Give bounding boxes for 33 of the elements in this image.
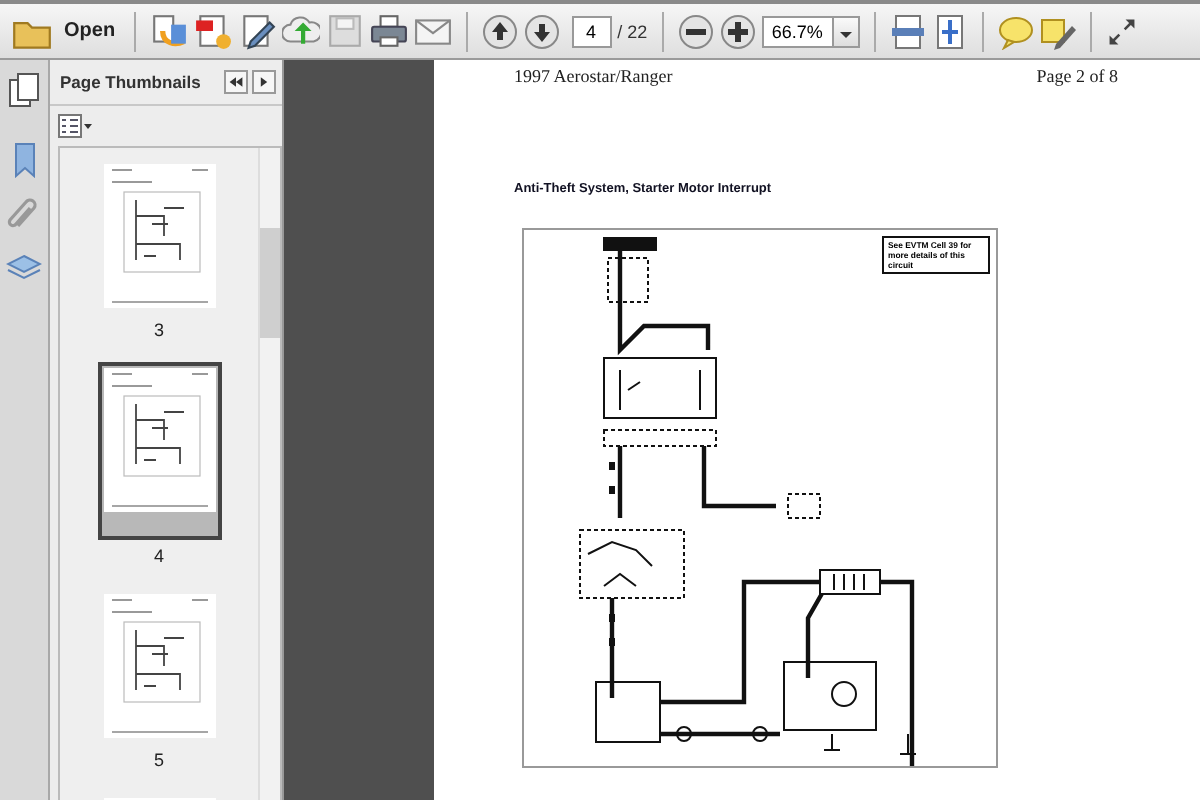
paperclip-icon[interactable] <box>6 196 42 232</box>
page-thumbnail[interactable] <box>97 362 221 540</box>
comment-icon[interactable] <box>997 13 1034 49</box>
page-number-field[interactable]: 4 <box>571 15 612 47</box>
page-count: / 22 <box>617 21 648 41</box>
zoom-field[interactable]: 66.7% <box>761 15 832 47</box>
page-label: 4 <box>153 546 164 566</box>
fit-width-icon[interactable] <box>931 13 968 49</box>
previous-page-icon[interactable] <box>481 13 518 49</box>
panel-title: Page Thumbnails <box>60 72 201 92</box>
expand-panel-button[interactable] <box>252 70 276 94</box>
double-left-arrow-icon <box>228 74 244 90</box>
page-header: 1997 Aerostar/Ranger <box>514 66 673 86</box>
open-button[interactable]: Open <box>8 11 120 51</box>
dropdown-button[interactable] <box>831 15 860 47</box>
highlight-icon[interactable] <box>1039 13 1076 49</box>
print-icon[interactable] <box>369 12 408 50</box>
options-menu-button[interactable] <box>58 114 94 138</box>
fit-page-icon[interactable] <box>889 13 926 49</box>
fullscreen-icon[interactable] <box>1105 15 1138 47</box>
collapse-panel-button[interactable] <box>224 70 248 94</box>
create-pdf-icon[interactable] <box>193 12 232 50</box>
next-page-icon[interactable] <box>523 13 560 49</box>
zoom-out-icon[interactable] <box>677 13 714 49</box>
pages-icon[interactable] <box>6 72 42 108</box>
edit-document-icon[interactable] <box>237 12 276 50</box>
zoom-in-icon[interactable] <box>719 13 756 49</box>
page-label: 5 <box>153 750 164 770</box>
combine-files-icon[interactable] <box>149 12 188 50</box>
right-arrow-icon <box>256 74 272 90</box>
page-number: Page 2 of 8 <box>1036 66 1118 86</box>
scrollbar[interactable] <box>258 148 280 800</box>
page-label: 3 <box>153 320 164 340</box>
